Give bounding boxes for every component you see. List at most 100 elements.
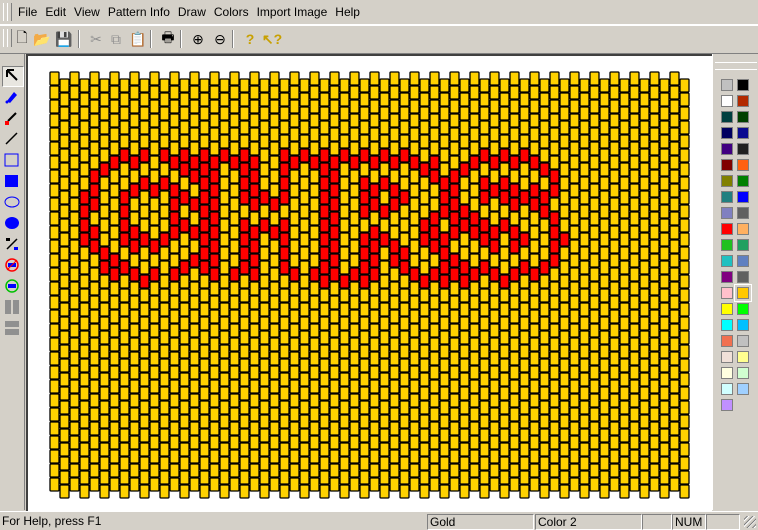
bead-gold[interactable] <box>579 470 590 485</box>
bead-gold[interactable] <box>299 232 310 247</box>
bead-gold[interactable] <box>559 442 570 457</box>
bead-gold[interactable] <box>79 288 90 303</box>
bead-red[interactable] <box>79 232 90 247</box>
bead-gold[interactable] <box>369 407 380 422</box>
bead-gold[interactable] <box>499 232 510 247</box>
bead-red[interactable] <box>509 197 520 212</box>
bead-red[interactable] <box>199 246 210 261</box>
bead-gold[interactable] <box>329 449 340 464</box>
bead-gold[interactable] <box>349 435 360 450</box>
bead-gold[interactable] <box>479 78 490 93</box>
bead-gold[interactable] <box>69 379 80 394</box>
bead-gold[interactable] <box>189 337 200 352</box>
bead-red[interactable] <box>319 176 330 191</box>
bead-red[interactable] <box>169 183 180 198</box>
bead-gold[interactable] <box>479 106 490 121</box>
bead-gold[interactable] <box>49 337 60 352</box>
bead-gold[interactable] <box>629 113 640 128</box>
bead-gold[interactable] <box>59 218 70 233</box>
tool-ellipse-filled[interactable] <box>2 213 22 232</box>
bead-gold[interactable] <box>49 281 60 296</box>
bead-gold[interactable] <box>649 421 660 436</box>
bead-gold[interactable] <box>59 414 70 429</box>
bead-gold[interactable] <box>419 204 430 219</box>
bead-gold[interactable] <box>229 225 240 240</box>
bead-gold[interactable] <box>229 295 240 310</box>
bead-gold[interactable] <box>309 169 320 184</box>
bead-gold[interactable] <box>119 302 130 317</box>
bead-red[interactable] <box>139 274 150 289</box>
menu-draw[interactable]: Draw <box>174 4 210 20</box>
bead-gold[interactable] <box>349 197 360 212</box>
bead-red[interactable] <box>539 204 550 219</box>
bead-gold[interactable] <box>269 379 280 394</box>
bead-red[interactable] <box>79 190 90 205</box>
bead-gold[interactable] <box>119 134 130 149</box>
bead-gold[interactable] <box>379 78 390 93</box>
bead-gold[interactable] <box>589 379 600 394</box>
bead-gold[interactable] <box>159 120 170 135</box>
bead-gold[interactable] <box>99 400 110 415</box>
bead-gold[interactable] <box>559 148 570 163</box>
bead-gold[interactable] <box>49 477 60 492</box>
bead-gold[interactable] <box>459 120 470 135</box>
context-help-icon[interactable]: ↖? <box>262 29 282 49</box>
bead-gold[interactable] <box>639 288 650 303</box>
bead-gold[interactable] <box>639 302 650 317</box>
bead-red[interactable] <box>319 162 330 177</box>
bead-gold[interactable] <box>479 330 490 345</box>
bead-gold[interactable] <box>229 351 240 366</box>
bead-gold[interactable] <box>599 344 610 359</box>
bead-gold[interactable] <box>529 463 540 478</box>
palette-swatch[interactable] <box>721 159 733 171</box>
bead-gold[interactable] <box>609 169 620 184</box>
bead-gold[interactable] <box>99 316 110 331</box>
bead-red[interactable] <box>469 267 480 282</box>
bead-gold[interactable] <box>49 239 60 254</box>
bead-gold[interactable] <box>469 183 480 198</box>
zoom-out-icon[interactable]: ⊖ <box>210 29 230 49</box>
bead-gold[interactable] <box>569 309 580 324</box>
bead-gold[interactable] <box>659 218 670 233</box>
bead-gold[interactable] <box>359 134 370 149</box>
bead-gold[interactable] <box>289 365 300 380</box>
bead-gold[interactable] <box>189 85 200 100</box>
bead-gold[interactable] <box>479 358 490 373</box>
bead-gold[interactable] <box>259 456 270 471</box>
bead-gold[interactable] <box>259 428 270 443</box>
bead-gold[interactable] <box>59 400 70 415</box>
bead-gold[interactable] <box>299 260 310 275</box>
bead-gold[interactable] <box>79 162 90 177</box>
bead-gold[interactable] <box>179 386 190 401</box>
bead-gold[interactable] <box>449 477 460 492</box>
bead-gold[interactable] <box>219 246 230 261</box>
bead-gold[interactable] <box>639 484 650 499</box>
bead-gold[interactable] <box>229 421 240 436</box>
bead-gold[interactable] <box>149 225 160 240</box>
bead-gold[interactable] <box>259 120 270 135</box>
bead-gold[interactable] <box>119 162 130 177</box>
bead-gold[interactable] <box>669 253 680 268</box>
bead-gold[interactable] <box>279 288 290 303</box>
bead-gold[interactable] <box>479 288 490 303</box>
bead-red[interactable] <box>519 232 530 247</box>
bead-red[interactable] <box>229 267 240 282</box>
bead-gold[interactable] <box>649 71 660 86</box>
bead-gold[interactable] <box>359 92 370 107</box>
bead-gold[interactable] <box>389 323 400 338</box>
bead-gold[interactable] <box>169 281 180 296</box>
bead-gold[interactable] <box>569 85 580 100</box>
bead-gold[interactable] <box>59 316 70 331</box>
bead-gold[interactable] <box>619 176 630 191</box>
bead-gold[interactable] <box>199 78 210 93</box>
bead-gold[interactable] <box>519 288 530 303</box>
bead-gold[interactable] <box>569 169 580 184</box>
bead-gold[interactable] <box>309 113 320 128</box>
bead-gold[interactable] <box>379 442 390 457</box>
bead-gold[interactable] <box>59 190 70 205</box>
bead-gold[interactable] <box>419 428 430 443</box>
bead-gold[interactable] <box>539 246 550 261</box>
bead-gold[interactable] <box>249 351 260 366</box>
tool-select-arrow[interactable] <box>2 66 24 87</box>
bead-gold[interactable] <box>219 344 230 359</box>
